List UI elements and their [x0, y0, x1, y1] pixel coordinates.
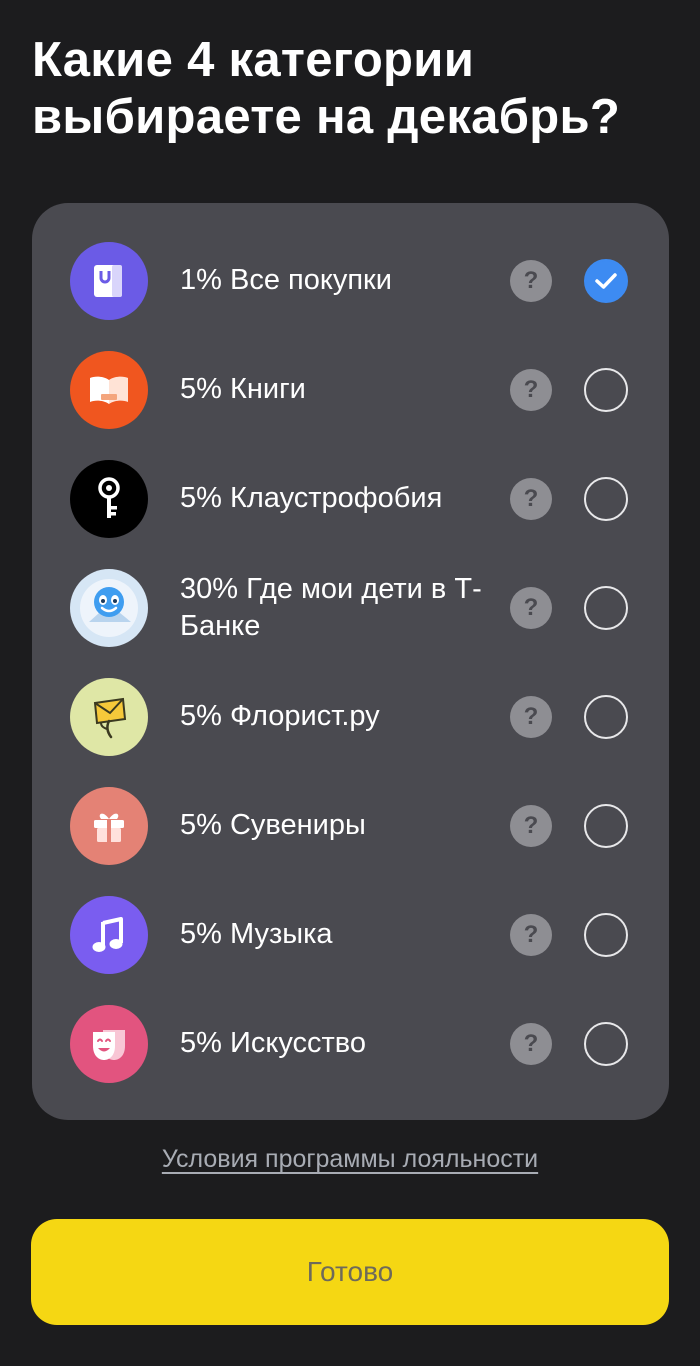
category-checkbox[interactable] — [584, 1021, 628, 1066]
category-checkbox[interactable] — [584, 912, 628, 957]
help-icon[interactable]: ? — [510, 259, 552, 302]
category-label: 5% Сувениры — [180, 809, 366, 841]
category-row-books[interactable]: 5% Книги ? — [32, 335, 669, 444]
shopping-bag-icon — [70, 241, 148, 320]
category-checkbox[interactable] — [584, 476, 628, 521]
page-title: Какие 4 категории выбираете на декабрь? — [32, 33, 621, 144]
key-icon — [70, 459, 148, 538]
gift-icon — [70, 786, 148, 865]
help-icon[interactable]: ? — [510, 913, 552, 956]
category-checkbox-checked[interactable] — [584, 258, 628, 303]
flower-envelope-icon — [70, 677, 148, 756]
category-row-music[interactable]: 5% Музыка ? — [32, 880, 669, 989]
category-label: 5% Книги — [180, 373, 306, 405]
open-book-icon — [70, 350, 148, 429]
help-icon[interactable]: ? — [510, 477, 552, 520]
category-label: 5% Флорист.ру — [180, 700, 380, 732]
category-label: 30% Где мои дети в Т-Банке — [180, 572, 482, 642]
child-face-icon — [70, 568, 148, 647]
checkmark-icon — [595, 272, 617, 289]
category-label: 1% Все покупки — [180, 264, 392, 296]
done-button[interactable]: Готово — [31, 1219, 669, 1325]
help-icon[interactable]: ? — [510, 368, 552, 411]
help-icon[interactable]: ? — [510, 804, 552, 847]
category-row-florist[interactable]: 5% Флорист.ру ? — [32, 662, 669, 771]
help-icon[interactable]: ? — [510, 695, 552, 738]
theater-mask-icon — [70, 1004, 148, 1083]
category-checkbox[interactable] — [584, 367, 628, 412]
category-checkbox[interactable] — [584, 803, 628, 848]
loyalty-terms-link[interactable]: Условия программы лояльности — [0, 1145, 700, 1174]
category-row-claustrophobia[interactable]: 5% Клаустрофобия ? — [32, 444, 669, 553]
category-label: 5% Музыка — [180, 918, 333, 950]
category-row-all-purchases[interactable]: 1% Все покупки ? — [32, 226, 669, 335]
music-note-icon — [70, 895, 148, 974]
categories-card: 1% Все покупки ? 5% Книги ? 5% Клаустроф… — [32, 203, 669, 1120]
category-label: 5% Искусство — [180, 1027, 366, 1059]
category-checkbox[interactable] — [584, 694, 628, 739]
category-label: 5% Клаустрофобия — [180, 482, 443, 514]
category-row-souvenirs[interactable]: 5% Сувениры ? — [32, 771, 669, 880]
category-checkbox[interactable] — [584, 585, 628, 630]
category-row-where-my-kids[interactable]: 30% Где мои дети в Т-Банке ? — [32, 553, 669, 662]
category-row-art[interactable]: 5% Искусство ? — [32, 989, 669, 1098]
category-selection-screen: Какие 4 категории выбираете на декабрь? … — [0, 0, 700, 1366]
help-icon[interactable]: ? — [510, 1022, 552, 1065]
help-icon[interactable]: ? — [510, 586, 552, 629]
